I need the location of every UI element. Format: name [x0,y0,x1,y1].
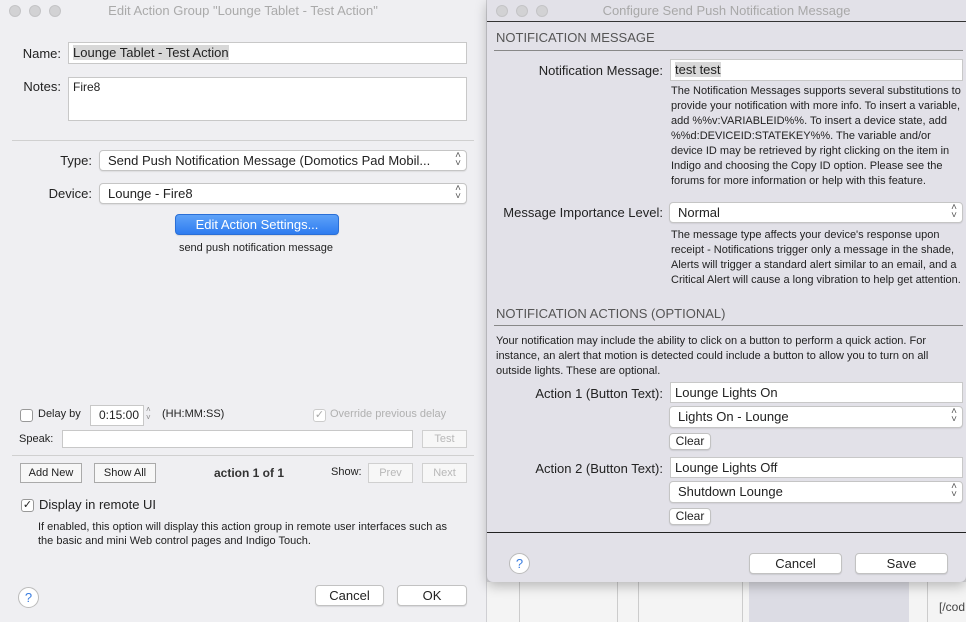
importance-label: Message Importance Level: [503,205,663,220]
code-text: [/cod [939,600,966,614]
delay-stepper[interactable]: ˄ ˅ [146,406,151,422]
zoom-button[interactable] [536,5,548,17]
action-description: send push notification message [178,242,334,254]
help-button[interactable]: ? [509,553,530,574]
notification-message-help: The Notification Messages supports sever… [671,85,961,187]
action1-text-field[interactable]: Lounge Lights On [670,382,963,403]
window-title: Edit Action Group "Lounge Tablet - Test … [108,3,378,18]
background-app: [/cod [487,582,966,622]
add-new-button[interactable]: Add New [20,463,82,483]
close-button[interactable] [496,5,508,17]
action2-label: Action 2 (Button Text): [535,461,663,476]
action2-text-field[interactable]: Lounge Lights Off [670,457,963,478]
notification-message-value: test test [675,62,721,77]
edit-action-settings-button[interactable]: Edit Action Settings... [175,214,339,235]
speak-label: Speak: [19,433,54,445]
delay-field[interactable]: 0:15:00 [90,405,144,426]
delay-checkbox[interactable] [20,409,33,422]
type-select[interactable]: Send Push Notification Message (Domotics… [99,150,467,171]
edit-action-group-window: Edit Action Group "Lounge Tablet - Test … [0,0,487,622]
device-value: Lounge - Fire8 [108,186,193,201]
section-notification-message: NOTIFICATION MESSAGE [496,30,655,45]
speak-field[interactable] [62,430,413,448]
override-checkbox: ✓ [313,409,326,422]
device-select[interactable]: Lounge - Fire8 ˄ ˅ [99,183,467,204]
delay-format: (HH:MM:SS) [162,408,225,420]
notes-field[interactable]: Fire8 [68,77,467,121]
action-count: action 1 of 1 [214,466,285,480]
action1-clear-button[interactable]: Clear [669,433,711,450]
display-remote-checkbox[interactable]: ✓ [21,499,34,512]
configure-push-window: Configure Send Push Notification Message… [487,0,966,582]
action1-label: Action 1 (Button Text): [535,386,663,401]
minimize-button[interactable] [29,5,41,17]
importance-help: The message type affects your device's r… [671,229,961,286]
notification-message-label: Notification Message: [538,63,663,78]
next-button: Next [422,463,467,483]
cancel-button[interactable]: Cancel [315,585,384,606]
display-remote-help: If enabled, this option will display thi… [38,521,448,547]
notification-message-field[interactable]: test test [670,59,963,81]
ok-button[interactable]: OK [397,585,467,606]
section-notification-actions: NOTIFICATION ACTIONS (OPTIONAL) [496,306,726,321]
type-value: Send Push Notification Message (Domotics… [108,153,431,168]
action1-select[interactable]: Lights On - Lounge ˄ ˅ [669,406,963,428]
override-label: Override previous delay [330,408,447,420]
action2-select-value: Shutdown Lounge [678,484,783,499]
action2-select[interactable]: Shutdown Lounge ˄ ˅ [669,481,963,503]
close-button[interactable] [9,5,21,17]
zoom-button[interactable] [49,5,61,17]
importance-value: Normal [678,205,720,220]
window-title: Configure Send Push Notification Message [487,0,966,22]
name-value: Lounge Tablet - Test Action [73,45,229,60]
notification-actions-help: Your notification may include the abilit… [496,335,929,377]
action1-select-value: Lights On - Lounge [678,409,789,424]
chevron-updown-icon: ˄ ˅ [951,481,957,500]
show-all-button[interactable]: Show All [94,463,156,483]
cancel-button[interactable]: Cancel [749,553,842,574]
chevron-updown-icon: ˄ ˅ [951,406,957,425]
save-button[interactable]: Save [855,553,948,574]
chevron-updown-icon: ˄ ˅ [455,150,461,169]
display-remote-label: Display in remote UI [39,497,157,512]
notes-label: Notes: [23,79,61,94]
prev-button: Prev [368,463,413,483]
name-field[interactable]: Lounge Tablet - Test Action [68,42,467,64]
device-label: Device: [48,186,92,201]
delay-label: Delay by [38,408,81,420]
chevron-updown-icon: ˄ ˅ [455,183,461,202]
test-button: Test [422,430,467,448]
chevron-updown-icon: ˄ ˅ [951,202,957,221]
type-label: Type: [60,153,92,168]
action2-clear-button[interactable]: Clear [669,508,711,525]
help-button[interactable]: ? [18,587,39,608]
minimize-button[interactable] [516,5,528,17]
importance-select[interactable]: Normal ˄ ˅ [669,202,963,223]
show-label: Show: [331,466,362,478]
name-label: Name: [22,46,61,61]
